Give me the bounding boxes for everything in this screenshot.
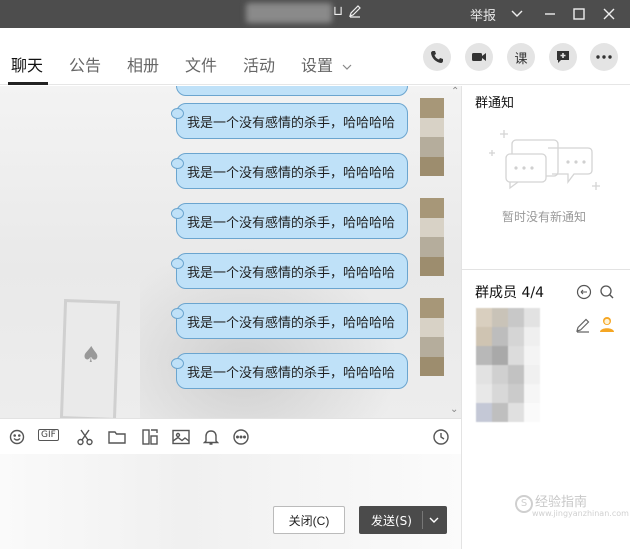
- member-list-blurred[interactable]: [476, 308, 540, 422]
- minimize-button[interactable]: [538, 2, 562, 26]
- message-bubble[interactable]: 我是一个没有感情的杀手，哈哈哈哈: [171, 253, 408, 289]
- close-window-button[interactable]: [597, 2, 621, 26]
- more-icon: [596, 55, 612, 59]
- tab-settings[interactable]: 设置: [301, 52, 352, 76]
- title-bar: ⊔ 举报: [0, 0, 630, 28]
- chat-message-area[interactable]: 我是一个没有感情的杀手，哈哈哈哈 我是一个没有感情的杀手，哈哈哈哈 我是一个没有…: [0, 86, 461, 418]
- send-separator: [422, 511, 423, 529]
- empty-notice-illustration-icon: [489, 130, 600, 190]
- tab-album[interactable]: 相册: [127, 52, 159, 76]
- watermark-url: www.jingyanzhinan.com: [532, 509, 629, 518]
- panel-divider: [462, 269, 630, 270]
- add-app-button[interactable]: [549, 43, 577, 71]
- add-message-icon: [557, 51, 569, 63]
- message-text: 我是一个没有感情的杀手，哈哈哈哈: [187, 215, 396, 231]
- tab-chat[interactable]: 聊天: [11, 52, 43, 76]
- empty-notice-text: 暂时没有新通知: [502, 210, 587, 224]
- close-button[interactable]: 关闭(C): [273, 506, 345, 534]
- search-icon[interactable]: [599, 284, 615, 300]
- message-text: 我是一个没有感情的杀手，哈哈哈哈: [187, 115, 396, 131]
- group-side-panel: 群通知 暂时没有新通知 群成员 4/4: [461, 86, 630, 549]
- edit-icon[interactable]: [575, 317, 591, 333]
- send-label: 发送(S): [371, 514, 412, 528]
- tab-bar: 聊天 公告 相册 文件 活动 设置 课: [0, 28, 630, 85]
- phone-call-button[interactable]: [423, 43, 451, 71]
- chevron-down-icon: [342, 64, 352, 70]
- message-bubble-partial: [176, 86, 408, 96]
- edit-icon[interactable]: [348, 4, 362, 22]
- report-button[interactable]: 举报: [470, 5, 496, 24]
- screenshot-tool-icon[interactable]: [140, 427, 160, 447]
- gif-icon[interactable]: GIF: [38, 429, 59, 441]
- message-text: 我是一个没有感情的杀手，哈哈哈哈: [187, 165, 396, 181]
- avatar-blurred[interactable]: [420, 298, 444, 376]
- send-options-chevron-icon[interactable]: [427, 511, 441, 529]
- more-options-icon[interactable]: [231, 427, 251, 447]
- tab-settings-label: 设置: [301, 56, 334, 75]
- history-clock-icon[interactable]: [431, 427, 451, 447]
- message-text: 我是一个没有感情的杀手，哈哈哈哈: [187, 265, 396, 281]
- watermark-text: 经验指南: [535, 495, 588, 510]
- tab-announcement[interactable]: 公告: [69, 52, 101, 76]
- message-bubble[interactable]: 我是一个没有感情的杀手，哈哈哈哈: [171, 153, 408, 189]
- message-bubble[interactable]: 我是一个没有感情的杀手，哈哈哈哈: [171, 353, 408, 389]
- maximize-button[interactable]: [567, 2, 591, 26]
- group-owner-icon: [600, 317, 614, 332]
- input-toolbar: GIF: [0, 418, 461, 454]
- course-button[interactable]: 课: [507, 43, 535, 71]
- avatar-blurred[interactable]: [420, 98, 444, 176]
- phone-icon: [431, 51, 443, 63]
- video-call-button[interactable]: [465, 43, 493, 71]
- bell-icon[interactable]: [201, 427, 221, 447]
- message-text: 我是一个没有感情的杀手，哈哈哈哈: [187, 365, 396, 381]
- emoji-icon[interactable]: [7, 427, 27, 447]
- scroll-up-icon[interactable]: ⌃: [451, 86, 459, 97]
- image-icon[interactable]: [171, 427, 191, 447]
- window-title-blurred: [246, 3, 332, 23]
- folder-icon[interactable]: [107, 427, 127, 447]
- scissors-icon[interactable]: [75, 427, 95, 447]
- message-text: 我是一个没有感情的杀手，哈哈哈哈: [187, 315, 396, 331]
- link-icon[interactable]: ⊔: [333, 4, 343, 19]
- group-notice-title: 群通知: [475, 96, 515, 111]
- tab-activity[interactable]: 活动: [243, 52, 275, 76]
- group-members-title: 群成员 4/4: [475, 285, 544, 301]
- message-input[interactable]: 关闭(C) 发送(S): [0, 454, 461, 549]
- message-bubble[interactable]: 我是一个没有感情的杀手，哈哈哈哈: [171, 203, 408, 239]
- avatar-blurred[interactable]: [420, 198, 444, 276]
- video-icon: [472, 53, 486, 61]
- more-button[interactable]: [590, 43, 618, 71]
- message-bubble[interactable]: 我是一个没有感情的杀手，哈哈哈哈: [171, 103, 408, 139]
- send-button[interactable]: 发送(S): [359, 506, 447, 534]
- course-label: 课: [514, 51, 528, 67]
- message-bubble[interactable]: 我是一个没有感情的杀手，哈哈哈哈: [171, 303, 408, 339]
- watermark-logo-icon: S: [515, 495, 533, 513]
- member-settings-icon[interactable]: [576, 284, 592, 300]
- tab-files[interactable]: 文件: [185, 52, 217, 76]
- scroll-down-icon[interactable]: ⌄: [450, 404, 458, 415]
- active-tab-indicator: [8, 82, 48, 85]
- chevron-down-icon[interactable]: [505, 2, 529, 26]
- background-playing-card: [59, 299, 121, 418]
